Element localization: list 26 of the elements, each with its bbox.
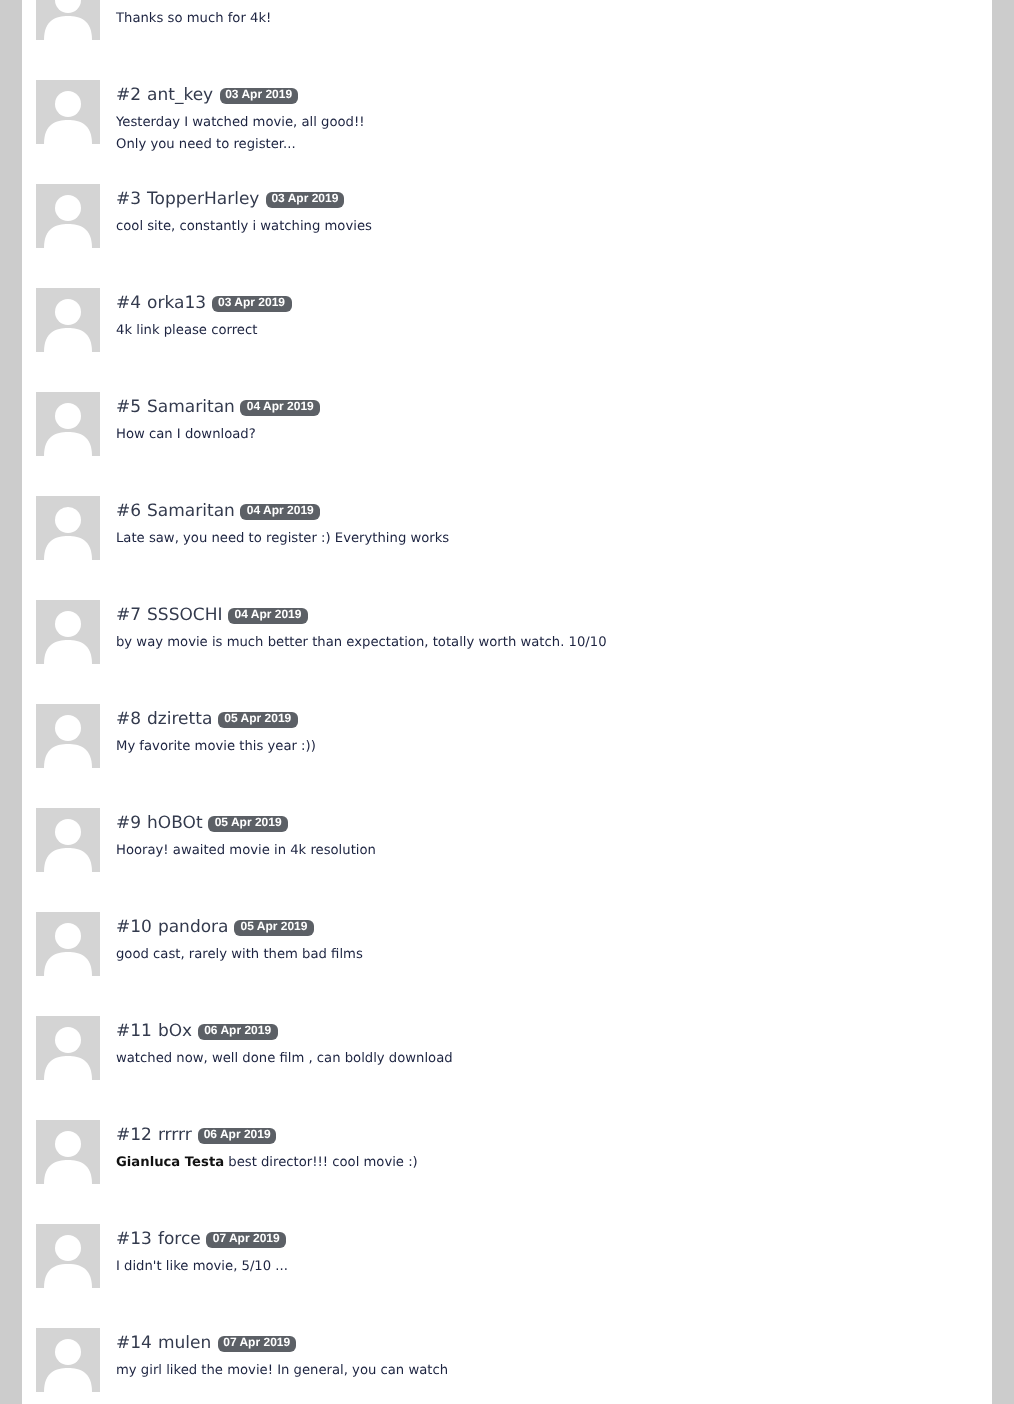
author-name: orka13	[147, 293, 207, 313]
author-name: dziretta	[147, 709, 213, 729]
author-name: mulen	[157, 1333, 212, 1353]
author-name: Samaritan	[147, 501, 235, 521]
author-name: Samaritan	[147, 397, 235, 417]
author-name: TopperHarley	[147, 189, 260, 209]
comment-number: #14	[116, 1333, 152, 1353]
author-name: bOx	[157, 1021, 193, 1041]
author-name: ant_key	[147, 85, 214, 105]
comment-number: #5	[116, 397, 142, 417]
comment-number: #10	[116, 917, 152, 937]
author-name: pandora	[157, 917, 229, 937]
comment-number: #6	[116, 501, 142, 521]
comment-number: #4	[116, 293, 142, 313]
comment-number: #13	[116, 1229, 152, 1249]
comment-number: #11	[116, 1021, 152, 1041]
author-name: force	[157, 1229, 201, 1249]
author-name: SSSOCHI	[147, 605, 223, 625]
comment-number: #9	[116, 813, 142, 833]
author-name: rrrrr	[157, 1125, 192, 1145]
comment-number: #8	[116, 709, 142, 729]
comment-number: #7	[116, 605, 142, 625]
comment-number: #2	[116, 85, 142, 105]
comment-number: #12	[116, 1125, 152, 1145]
author-name: hOBOt	[147, 813, 203, 833]
comment-number: #3	[116, 189, 142, 209]
